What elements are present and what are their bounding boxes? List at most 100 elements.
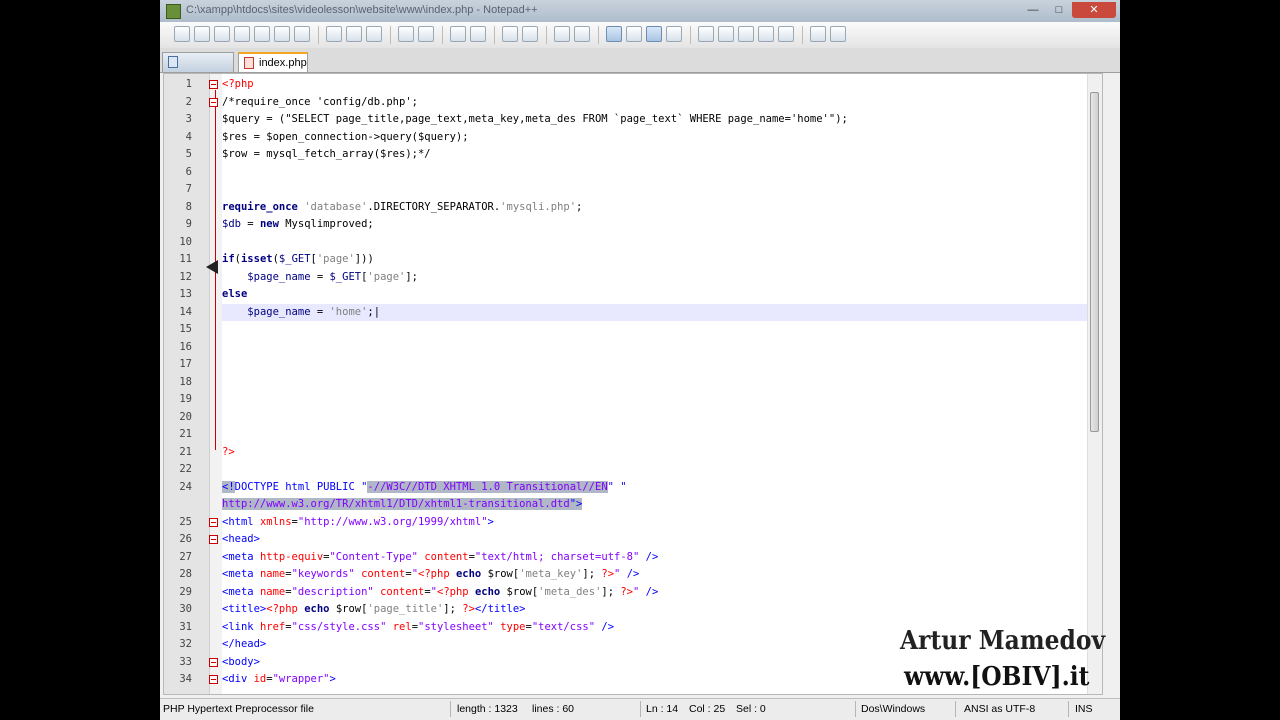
code-text: <link href="css/style.css" rel="styleshe…	[222, 620, 615, 633]
code-line[interactable]: 26 <head>	[164, 531, 1102, 549]
line-number: 10	[179, 235, 192, 248]
run-macro-multiple-icon[interactable]	[758, 26, 774, 42]
paste-icon[interactable]	[366, 26, 382, 42]
code-text: if(isset($_GET['page']))	[222, 253, 374, 265]
status-separator	[640, 701, 641, 717]
code-editor[interactable]: 1 <?php 2 /*require_once 'config/db.php'; 3 $…	[163, 73, 1103, 695]
app-icon	[166, 4, 181, 19]
code-text: <html xmlns="http://www.w3.org/1999/xhtm…	[222, 515, 494, 528]
line-number: 7	[185, 183, 192, 195]
code-line[interactable]: 1 <?php	[164, 76, 1102, 94]
code-line[interactable]: 13 else	[164, 286, 1102, 304]
code-text: <meta name="description" content="<?php …	[222, 585, 659, 598]
user-lang-icon[interactable]	[666, 26, 682, 42]
code-line[interactable]: 17	[164, 356, 1102, 374]
code-line[interactable]: 20	[164, 409, 1102, 427]
stop-macro-icon[interactable]	[718, 26, 734, 42]
maximize-button[interactable]: □	[1046, 2, 1072, 18]
spellcheck-icon[interactable]	[830, 26, 846, 42]
toolbar-separator	[442, 26, 443, 44]
code-line[interactable]: 12 $page_name = $_GET['page'];	[164, 269, 1102, 287]
save-macro-icon[interactable]	[778, 26, 794, 42]
unsaved-file-icon	[244, 57, 254, 69]
close-all-icon[interactable]	[274, 26, 290, 42]
record-macro-icon[interactable]	[698, 26, 714, 42]
code-line[interactable]: 24 <!DOCTYPE html PUBLIC "-//W3C//DTD XHT…	[164, 479, 1102, 514]
undo-icon[interactable]	[398, 26, 414, 42]
save-icon[interactable]	[214, 26, 230, 42]
status-separator	[450, 701, 451, 717]
code-line[interactable]: 5 $row = mysql_fetch_array($res);*/	[164, 146, 1102, 164]
scrollbar-thumb[interactable]	[1090, 92, 1099, 432]
fold-toggle-icon[interactable]	[209, 535, 218, 544]
code-line[interactable]: 16	[164, 339, 1102, 357]
code-line[interactable]: 21 ?>	[164, 444, 1102, 462]
replace-icon[interactable]	[470, 26, 486, 42]
tab-untitled[interactable]	[162, 52, 234, 72]
code-line[interactable]: 11 if(isset($_GET['page']))	[164, 251, 1102, 269]
code-line[interactable]: 30 <title><?php echo $row['page_title']; …	[164, 601, 1102, 619]
vertical-scrollbar[interactable]	[1087, 74, 1102, 694]
toolbar-separator	[318, 26, 319, 44]
line-number: 14	[179, 305, 192, 318]
code-line[interactable]: 3 $query = ("SELECT page_title,page_text,…	[164, 111, 1102, 129]
toolbar-separator	[494, 26, 495, 44]
find-icon[interactable]	[450, 26, 466, 42]
code-text: </head>	[222, 638, 267, 650]
code-line[interactable]: 6	[164, 164, 1102, 182]
code-text: $query = ("SELECT page_title,page_text,m…	[222, 113, 848, 125]
copy-icon[interactable]	[346, 26, 362, 42]
tab-index-php[interactable]: index.php	[238, 52, 308, 72]
status-encoding: ANSI as UTF-8	[964, 703, 1036, 715]
line-number: 32	[179, 638, 192, 650]
show-all-chars-icon[interactable]	[626, 26, 642, 42]
print-icon[interactable]	[294, 26, 310, 42]
fold-toggle-icon[interactable]	[209, 97, 218, 107]
code-line[interactable]: 14 $page_name = 'home';|	[164, 303, 1102, 321]
code-line[interactable]: 8 require_once 'database'.DIRECTORY_SEPAR…	[164, 199, 1102, 217]
code-line[interactable]: 25 <html xmlns="http://www.w3.org/1999/xh…	[164, 514, 1102, 532]
folder-icon[interactable]	[810, 26, 826, 42]
fold-toggle-icon[interactable]	[209, 657, 218, 667]
code-text: <!DOCTYPE html PUBLIC "-//W3C//DTD XHTML…	[222, 480, 627, 493]
fold-toggle-icon[interactable]	[209, 80, 218, 89]
open-file-icon[interactable]	[194, 26, 210, 42]
word-wrap-icon[interactable]	[606, 26, 622, 42]
status-mode: INS	[1075, 703, 1093, 715]
code-line[interactable]: 27 <meta http-equiv="Content-Type" conten…	[164, 549, 1102, 567]
sync-vertical-icon[interactable]	[554, 26, 570, 42]
code-line[interactable]: 21	[164, 426, 1102, 444]
code-line[interactable]: 18	[164, 374, 1102, 392]
zoom-out-icon[interactable]	[522, 26, 538, 42]
code-line[interactable]: 19	[164, 391, 1102, 409]
code-line[interactable]: 15	[164, 321, 1102, 339]
sync-horizontal-icon[interactable]	[574, 26, 590, 42]
status-filetype: PHP Hypertext Preprocessor file	[163, 703, 314, 715]
fold-toggle-icon[interactable]	[209, 517, 218, 527]
code-line[interactable]: 9 $db = new Mysqlimproved;	[164, 216, 1102, 234]
fold-toggle-icon[interactable]	[209, 675, 218, 684]
zoom-in-icon[interactable]	[502, 26, 518, 42]
code-text: <body>	[222, 655, 260, 668]
code-line[interactable]: 4 $res = $open_connection->query($query);	[164, 129, 1102, 147]
code-text-wrapped: http://www.w3.org/TR/xhtml1/DTD/xhtml1-t…	[222, 498, 583, 510]
redo-icon[interactable]	[418, 26, 434, 42]
close-button[interactable]: ✕	[1072, 2, 1116, 18]
indent-guide-icon[interactable]	[646, 26, 662, 42]
toolbar	[160, 22, 1120, 49]
line-number: 11	[179, 253, 192, 265]
play-macro-icon[interactable]	[738, 26, 754, 42]
minimize-button[interactable]: —	[1020, 2, 1046, 18]
line-number: 22	[179, 463, 192, 475]
save-all-icon[interactable]	[234, 26, 250, 42]
close-file-icon[interactable]	[254, 26, 270, 42]
code-line[interactable]: 29 <meta name="description" content="<?ph…	[164, 584, 1102, 602]
code-line[interactable]: 22	[164, 461, 1102, 479]
code-line[interactable]: 28 <meta name="keywords" content="<?php e…	[164, 566, 1102, 584]
new-file-icon[interactable]	[174, 26, 190, 42]
cut-icon[interactable]	[326, 26, 342, 42]
code-line[interactable]: 10	[164, 234, 1102, 252]
code-line[interactable]: 7	[164, 181, 1102, 199]
code-text: <meta http-equiv="Content-Type" content=…	[222, 550, 659, 563]
code-line[interactable]: 2 /*require_once 'config/db.php';	[164, 94, 1102, 112]
